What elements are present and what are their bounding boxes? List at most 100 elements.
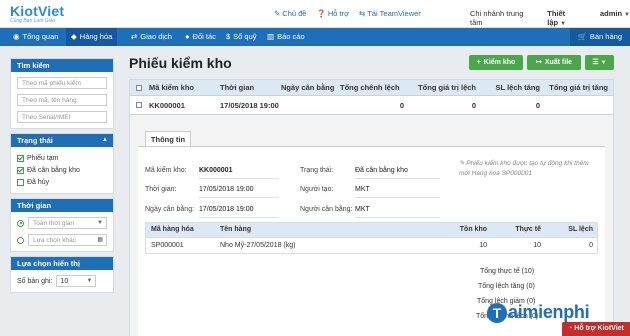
checkbox[interactable]: [17, 166, 24, 174]
eye-icon: ◉: [13, 32, 20, 41]
detail-table-row: SP000001 Nho Mỹ-27/05/2018 (kg) 10 10 0: [146, 237, 597, 253]
time-all-select[interactable]: Toàn thời gian ▼: [28, 217, 107, 229]
row-checkbox[interactable]: [136, 102, 142, 108]
time-panel: Thời gian Toàn thời gian ▼ Lựa chọn khác ▦: [10, 198, 114, 252]
time-option-custom[interactable]: Lựa chọn khác ▦: [17, 234, 107, 246]
label-time: Thời gian:: [145, 186, 177, 193]
chevron-down-icon: ▼: [97, 220, 103, 226]
col-code[interactable]: Mã kiểm kho: [149, 80, 194, 96]
teamviewer-link[interactable]: ⇆ Tải TeamViewer: [359, 9, 421, 18]
nav-item-partners[interactable]: ● Đối tác: [180, 28, 221, 46]
divider: [199, 217, 279, 218]
settings-menu[interactable]: Thiết lập ▼: [547, 9, 580, 27]
nav-item-cashbook[interactable]: $ Sổ quỹ: [221, 28, 262, 46]
time-custom-label: Lựa chọn khác: [33, 237, 77, 244]
search-product-input[interactable]: Theo mã, tên hàng: [17, 94, 107, 106]
user-label: admin: [599, 9, 623, 18]
note-text: Phiếu kiểm kho được tạo tự động khi thêm…: [459, 160, 589, 177]
auto-note: ✎ Phiếu kiểm kho được tạo tự động khi th…: [459, 159, 599, 179]
user-menu[interactable]: admin ▼: [600, 9, 630, 27]
per-page-select[interactable]: 10 ▼: [56, 275, 97, 287]
status-option-label: Đã cân bằng kho: [27, 166, 80, 174]
col-value-up[interactable]: Tổng giá trị tăng: [541, 80, 608, 96]
status-panel-title[interactable]: Trạng thái ▲: [11, 134, 113, 147]
brush-icon: ✎: [274, 9, 281, 18]
teamviewer-label: Tải TeamViewer: [367, 9, 421, 18]
time-option-all[interactable]: Toàn thời gian ▼: [17, 217, 107, 229]
tab-info[interactable]: Thông tin: [145, 131, 191, 147]
filter-sidebar: Tìm kiếm Theo mã phiếu kiểm Theo mã, tên…: [10, 58, 114, 297]
value-creator: MKT: [355, 186, 370, 193]
time-custom-select[interactable]: Lựa chọn khác ▦: [28, 234, 107, 246]
nav-label: Hàng hóa: [79, 32, 113, 41]
item-code: SP000001: [151, 242, 184, 249]
logo-name-a: Kiot: [10, 3, 39, 19]
branch-selector[interactable]: Chi nhánh trung tâm: [470, 9, 527, 27]
help-icon: ❓: [316, 9, 326, 18]
divider: [355, 178, 440, 179]
chevron-down-icon: ▼: [600, 60, 607, 66]
row-total-diff: 0: [399, 101, 404, 110]
nav-label: Tổng quan: [22, 32, 59, 41]
nav-item-reports[interactable]: ▥ Báo cáo: [262, 28, 310, 46]
add-label: Kiểm kho: [483, 59, 516, 66]
table-row[interactable]: KK000001 17/05/2018 19:00 0 0 0: [130, 97, 613, 114]
search-code-input[interactable]: Theo mã phiếu kiểm: [17, 77, 107, 89]
col-qty-diff: SL lệch: [568, 226, 593, 233]
search-panel: Tìm kiếm Theo mã phiếu kiểm Theo mã, tên…: [10, 58, 114, 129]
nav-item-transactions[interactable]: ⇄ Giao dịch: [126, 28, 177, 46]
support-link[interactable]: ❓ Hỗ trợ: [316, 9, 349, 18]
row-total-diff-value: 0: [471, 101, 476, 110]
cube-icon: ◆: [71, 32, 77, 41]
time-panel-title: Thời gian: [11, 199, 113, 212]
status-option-cancelled[interactable]: Đã hủy: [17, 176, 107, 188]
per-page-value: 10: [60, 278, 69, 285]
col-product-code: Mã hàng hóa: [151, 226, 194, 233]
col-time[interactable]: Thời gian: [220, 80, 254, 96]
nav-label: Sổ quỹ: [233, 32, 257, 41]
calendar-icon: ▦: [97, 237, 103, 243]
checkbox[interactable]: [17, 178, 24, 186]
label-creator: Người tạo:: [300, 186, 334, 193]
top-bar: KiotViet Cùng Bạn Làm Giàu ✎ Chủ đề ❓ Hỗ t…: [0, 0, 630, 28]
list-icon: ☰: [592, 59, 599, 66]
item-name: Nho Mỹ-27/05/2018 (kg): [220, 242, 296, 249]
radio[interactable]: [17, 219, 24, 227]
search-serial-input[interactable]: Theo Serial/IMEI: [17, 111, 107, 123]
divider: [355, 197, 440, 198]
export-button[interactable]: ↦ Xuất file: [527, 55, 581, 70]
col-total-diff[interactable]: Tổng chênh lệch: [340, 80, 404, 96]
col-stock: Tồn kho: [459, 226, 487, 233]
col-balance-date[interactable]: Ngày cân bằng: [281, 80, 334, 96]
column-menu-button[interactable]: ☰ ▼: [585, 55, 614, 70]
sale-button[interactable]: 🛒 Bán hàng: [569, 28, 630, 46]
exchange-icon: ⇄: [131, 32, 138, 41]
kiotviet-logo[interactable]: KiotViet Cùng Bạn Làm Giàu: [10, 3, 64, 24]
row-code: KK000001: [149, 101, 185, 110]
theme-label: Chủ đề: [282, 9, 307, 18]
theme-link[interactable]: ✎ Chủ đề: [274, 9, 306, 18]
checkbox[interactable]: [17, 154, 24, 162]
sale-label: Bán hàng: [589, 32, 622, 41]
plus-icon: +: [476, 59, 481, 66]
user-icon: ●: [185, 32, 190, 41]
support-chat-button[interactable]: ◔ Hỗ trợ KiotViet: [562, 322, 630, 336]
total-increase: Tổng lệch tăng (0): [478, 283, 535, 290]
nav-item-overview[interactable]: ◉ Tổng quan: [8, 28, 63, 46]
nav-label: Đối tác: [192, 32, 216, 41]
select-all-checkbox[interactable]: [136, 85, 142, 91]
col-total-diff-value[interactable]: Tổng giá trị lệch: [411, 80, 476, 96]
nav-item-products[interactable]: ◆ Hàng hóa: [66, 28, 118, 46]
download-icon: ⇆: [359, 9, 366, 18]
display-panel: Lựa chọn hiển thị Số bản ghi: 10 ▼: [10, 256, 114, 293]
col-qty-up[interactable]: SL lệch tăng: [490, 80, 540, 96]
value-code: KK000001: [199, 167, 233, 174]
watermark-icon: T: [487, 302, 507, 323]
status-option-balanced[interactable]: Đã cân bằng kho: [17, 164, 107, 176]
value-balance-date: 17/05/2018 19:00: [199, 206, 254, 213]
status-option-draft[interactable]: Phiếu tạm: [17, 152, 107, 164]
radio[interactable]: [17, 236, 24, 244]
add-stocktake-button[interactable]: + Kiểm kho: [469, 55, 523, 70]
chevron-down-icon: ▼: [560, 21, 567, 27]
status-title: Trạng thái: [17, 136, 53, 145]
